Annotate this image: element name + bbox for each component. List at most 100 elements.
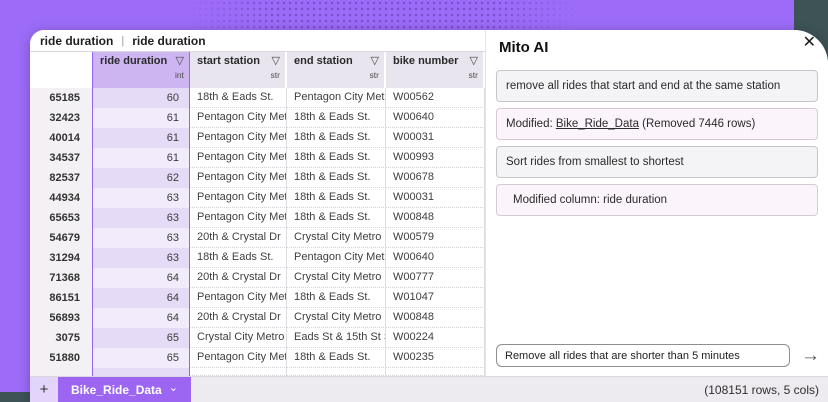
- cell-ride-duration[interactable]: 64: [92, 308, 190, 328]
- filter-icon[interactable]: ▽: [272, 55, 280, 67]
- cell-end-station[interactable]: Crystal City Metro …: [287, 308, 386, 328]
- row-index-cell[interactable]: 65185: [30, 88, 92, 108]
- cell-end-station[interactable]: 18th & Eads St.: [287, 188, 386, 208]
- cell-ride-duration[interactable]: 64: [92, 288, 190, 308]
- cell-bike-number[interactable]: W00848: [386, 208, 485, 228]
- row-index-cell[interactable]: 44934: [30, 188, 92, 208]
- formula-bar[interactable]: ride duration | ride duration: [30, 30, 485, 52]
- table-row: 3242361Pentagon City Met…18th & Eads St.…: [30, 108, 485, 128]
- cell-ride-duration[interactable]: 64: [92, 268, 190, 288]
- cell-bike-number[interactable]: W00562: [386, 88, 485, 108]
- cell-end-station[interactable]: 18th & Eads St.: [287, 168, 386, 188]
- cell-end-station[interactable]: 18th & Eads St.: [287, 348, 386, 368]
- row-index-cell[interactable]: 86151: [30, 288, 92, 308]
- row-index-cell[interactable]: 31294: [30, 248, 92, 268]
- cell-start-station[interactable]: 18th & Eads St.: [190, 248, 287, 268]
- cell-end-station[interactable]: Crystal City Metro …: [287, 228, 386, 248]
- cell-start-station[interactable]: Pentagon City Met…: [190, 188, 287, 208]
- cell-end-station[interactable]: 18th & Eads St.: [287, 148, 386, 168]
- cell-bike-number[interactable]: W00993: [386, 148, 485, 168]
- add-sheet-button[interactable]: +: [30, 377, 58, 402]
- cell-bike-number[interactable]: W00848: [386, 308, 485, 328]
- cell-start-station[interactable]: Pentagon City Met…: [190, 168, 287, 188]
- cell-ride-duration[interactable]: 62: [92, 168, 190, 188]
- halftone-dot-texture: [185, 0, 580, 30]
- cell-bike-number[interactable]: W00640: [386, 248, 485, 268]
- filter-icon[interactable]: ▽: [176, 55, 184, 67]
- cell-end-station[interactable]: 18th & Eads St.: [287, 128, 386, 148]
- cell-end-station[interactable]: 18th & Eads St.: [287, 108, 386, 128]
- cell-bike-number[interactable]: W00640: [386, 108, 485, 128]
- cell-bike-number[interactable]: W00678: [386, 168, 485, 188]
- chat-input-row: →: [496, 344, 822, 367]
- sheet-tab-bike-ride-data[interactable]: Bike_Ride_Data ⌄: [58, 377, 191, 402]
- column-header-ride-duration[interactable]: ride duration ▽ int: [92, 52, 190, 88]
- filter-icon[interactable]: ▽: [371, 55, 379, 67]
- cell-bike-number[interactable]: W00777: [386, 268, 485, 288]
- column-header-bike-number[interactable]: bike number ▽ str: [386, 52, 485, 88]
- cell-start-station[interactable]: 18th & Eads St.: [190, 88, 287, 108]
- cell-bike-number[interactable]: W00031: [386, 128, 485, 148]
- cell-end-station[interactable]: Pentagon City Met…: [287, 88, 386, 108]
- column-name: bike number: [393, 55, 459, 67]
- cell-ride-duration[interactable]: 60: [92, 88, 190, 108]
- cell-start-station[interactable]: Pentagon City Met…: [190, 108, 287, 128]
- cell-ride-duration[interactable]: 65: [92, 328, 190, 348]
- clipped-cell: [30, 368, 92, 376]
- row-index-cell[interactable]: 54679: [30, 228, 92, 248]
- cell-start-station[interactable]: Pentagon City Met…: [190, 208, 287, 228]
- cell-bike-number[interactable]: W00031: [386, 188, 485, 208]
- cell-ride-duration[interactable]: 61: [92, 108, 190, 128]
- cell-bike-number[interactable]: W00579: [386, 228, 485, 248]
- cell-end-station[interactable]: 18th & Eads St.: [287, 288, 386, 308]
- cell-start-station[interactable]: Pentagon City Met…: [190, 288, 287, 308]
- table-row: 71368 64 20th & Crystal Dr Crystal City Met…: [30, 268, 485, 288]
- chat-message-assistant[interactable]: Modified: Bike_Ride_Data (Removed 7446 r…: [496, 108, 818, 140]
- cell-start-station[interactable]: 20th & Crystal Dr: [190, 308, 287, 328]
- column-header-end-station[interactable]: end station ▽ str: [287, 52, 386, 88]
- cell-ride-duration[interactable]: 63: [92, 188, 190, 208]
- row-index-cell[interactable]: 82537: [30, 168, 92, 188]
- cell-bike-number[interactable]: W00235: [386, 348, 485, 368]
- close-icon[interactable]: ✕: [803, 34, 816, 52]
- table-row: 65185 60 18th & Eads St. Pentagon City Met……: [30, 88, 485, 108]
- column-name: end station: [294, 55, 353, 67]
- cell-start-station[interactable]: Pentagon City Met…: [190, 148, 287, 168]
- cell-start-station[interactable]: 20th & Crystal Dr: [190, 228, 287, 248]
- cell-start-station[interactable]: 20th & Crystal Dr: [190, 268, 287, 288]
- chat-message-user[interactable]: remove all rides that start and end at t…: [496, 70, 818, 102]
- column-header-start-station[interactable]: start station ▽ str: [190, 52, 287, 88]
- cell-ride-duration[interactable]: 61: [92, 148, 190, 168]
- spreadsheet-grid[interactable]: ride duration ▽ int start station ▽ str end st…: [30, 52, 485, 376]
- dataframe-link[interactable]: Bike_Ride_Data: [556, 118, 639, 130]
- filter-icon[interactable]: ▽: [470, 55, 478, 67]
- row-index-cell[interactable]: 3075: [30, 328, 92, 348]
- chat-message-list: remove all rides that start and end at t…: [496, 70, 818, 216]
- cell-start-station[interactable]: Crystal City Metro …: [190, 328, 287, 348]
- cell-bike-number[interactable]: W01047: [386, 288, 485, 308]
- row-index-cell[interactable]: 51880: [30, 348, 92, 368]
- cell-start-station[interactable]: Pentagon City Met…: [190, 128, 287, 148]
- cell-ride-duration[interactable]: 63: [92, 228, 190, 248]
- send-arrow-icon[interactable]: →: [799, 345, 822, 366]
- ai-chat-input[interactable]: [496, 344, 790, 367]
- cell-start-station[interactable]: Pentagon City Met…: [190, 348, 287, 368]
- cell-end-station[interactable]: Pentagon City Met…: [287, 248, 386, 268]
- chat-message-assistant[interactable]: Modified column: ride duration: [496, 184, 818, 216]
- cell-end-station[interactable]: Crystal City Metro …: [287, 268, 386, 288]
- cell-ride-duration[interactable]: 63: [92, 208, 190, 228]
- row-index-cell[interactable]: 71368: [30, 268, 92, 288]
- cell-ride-duration[interactable]: 65: [92, 348, 190, 368]
- cell-ride-duration[interactable]: 61: [92, 128, 190, 148]
- row-index-cell[interactable]: 40014: [30, 128, 92, 148]
- chevron-down-icon: ⌄: [168, 381, 178, 394]
- row-index-cell[interactable]: 65653: [30, 208, 92, 228]
- chat-message-user[interactable]: Sort rides from smallest to shortest: [496, 146, 818, 178]
- row-index-cell[interactable]: 34537: [30, 148, 92, 168]
- cell-end-station[interactable]: 18th & Eads St.: [287, 208, 386, 228]
- cell-ride-duration[interactable]: 63: [92, 248, 190, 268]
- row-index-cell[interactable]: 56893: [30, 308, 92, 328]
- row-index-cell[interactable]: 32423: [30, 108, 92, 128]
- cell-bike-number[interactable]: W00224: [386, 328, 485, 348]
- cell-end-station[interactable]: Eads St & 15th St S: [287, 328, 386, 348]
